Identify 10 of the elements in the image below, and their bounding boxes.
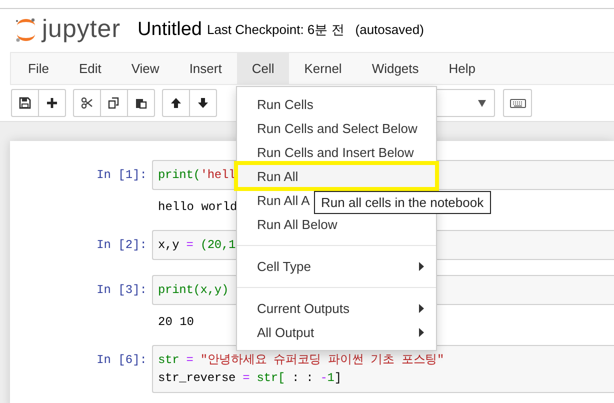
autosave-status: (autosaved) xyxy=(355,22,424,37)
checkpoint-text: Last Checkpoint: 6분 전 xyxy=(206,20,344,38)
input-prompt: In [1]: xyxy=(96,167,148,184)
cell-output: hello world xyxy=(158,199,238,216)
cell-output: 20 10 xyxy=(158,314,194,331)
run-all-tooltip: Run all cells in the notebook xyxy=(314,191,491,214)
input-prompt: In [6]: xyxy=(96,352,148,369)
input-prompt: In [3]: xyxy=(96,282,148,299)
logo-wordmark: jupyter xyxy=(42,15,121,44)
input-prompt: In [2]: xyxy=(96,237,148,254)
